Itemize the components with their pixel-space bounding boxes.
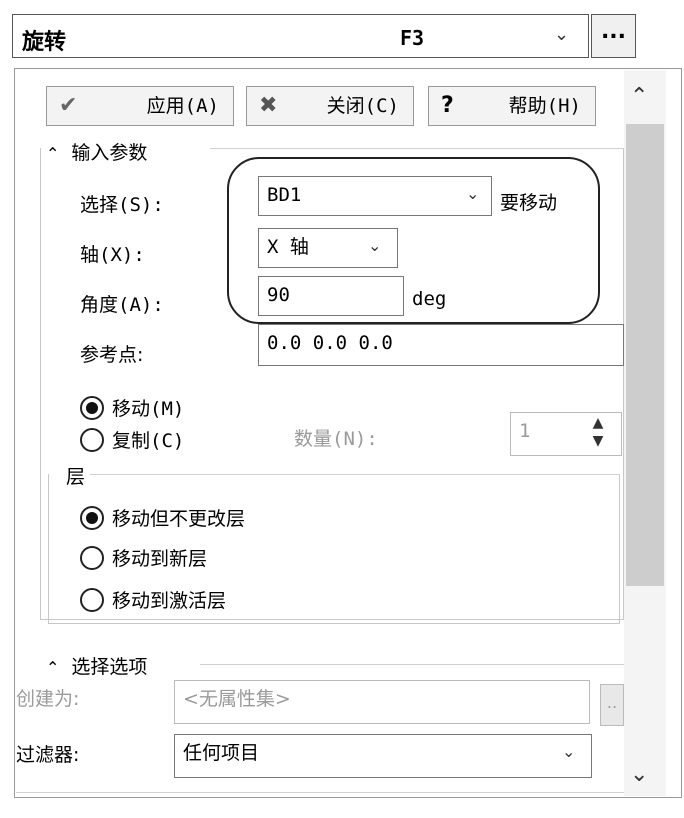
axis-label: 轴(X): bbox=[80, 244, 145, 266]
more-button[interactable]: ... bbox=[591, 14, 636, 58]
command-hotkey: F3 bbox=[400, 26, 425, 50]
collapse-icon: ⌃ bbox=[46, 658, 60, 677]
layer-option-new: 移动到新层 bbox=[112, 548, 208, 570]
checkmark-icon: ✔ bbox=[59, 93, 78, 118]
layer-option-active: 移动到激活层 bbox=[112, 590, 227, 612]
mode-copy-label: 复制(C) bbox=[112, 430, 185, 452]
create-as-label: 创建为: bbox=[16, 688, 80, 710]
filter-label: 过滤器: bbox=[16, 744, 80, 766]
close-icon: ✖ bbox=[259, 93, 278, 118]
section-divider bbox=[200, 664, 624, 665]
section-divider bbox=[16, 792, 624, 793]
filter-value: 任何项目 bbox=[183, 742, 260, 764]
filter-dropdown[interactable]: 任何项目 bbox=[174, 734, 592, 778]
select-options-header[interactable]: ⌃ 选择选项 bbox=[46, 652, 156, 679]
section-divider bbox=[210, 148, 624, 149]
help-button[interactable]: ? 帮助(H) bbox=[428, 86, 596, 126]
mode-move-label: 移动(M) bbox=[112, 398, 185, 420]
layer-option-keep: 移动但不更改层 bbox=[112, 508, 246, 530]
help-label: 帮助(H) bbox=[508, 95, 581, 117]
collapse-icon: ⌃ bbox=[46, 144, 60, 163]
section-divider bbox=[90, 474, 620, 475]
apply-label: 应用(A) bbox=[146, 95, 219, 117]
select-options-title: 选择选项 bbox=[71, 656, 148, 678]
chevron-down-icon[interactable]: ⌄ bbox=[562, 742, 575, 761]
radio-layer-active[interactable] bbox=[80, 588, 104, 612]
create-as-value: <无属性集> bbox=[183, 688, 291, 710]
annotation-oval bbox=[227, 157, 600, 324]
command-input[interactable] bbox=[12, 14, 589, 58]
ref-point-value: 0.0 0.0 0.0 bbox=[267, 332, 393, 354]
angle-label: 角度(A): bbox=[80, 294, 164, 316]
radio-layer-new[interactable] bbox=[80, 546, 104, 570]
close-button[interactable]: ✖ 关闭(C) bbox=[246, 86, 414, 126]
apply-button[interactable]: ✔ 应用(A) bbox=[46, 86, 234, 126]
help-icon: ? bbox=[441, 93, 454, 118]
count-spinner[interactable]: ▲ ▼ bbox=[578, 414, 618, 454]
ref-point-label: 参考点: bbox=[80, 344, 144, 366]
radio-move[interactable] bbox=[80, 396, 104, 420]
count-value: 1 bbox=[519, 420, 531, 442]
select-label: 选择(S): bbox=[80, 194, 164, 216]
radio-copy[interactable] bbox=[80, 428, 104, 452]
radio-layer-keep[interactable] bbox=[80, 506, 104, 530]
count-label: 数量(N): bbox=[294, 428, 378, 450]
scroll-down-icon[interactable]: ⌄ bbox=[630, 762, 648, 787]
command-name: 旋转 bbox=[22, 30, 67, 55]
chevron-down-icon[interactable]: ⌄ bbox=[554, 24, 569, 45]
layer-header: 层 bbox=[62, 462, 90, 489]
create-as-field[interactable]: <无属性集> bbox=[174, 680, 590, 724]
input-params-title: 输入参数 bbox=[71, 142, 148, 164]
input-params-header[interactable]: ⌃ 输入参数 bbox=[46, 138, 156, 165]
scroll-up-icon[interactable]: ⌃ bbox=[630, 84, 648, 109]
close-label: 关闭(C) bbox=[326, 95, 399, 117]
ref-point-input[interactable]: 0.0 0.0 0.0 bbox=[258, 324, 624, 366]
scrollbar-thumb[interactable] bbox=[626, 124, 664, 586]
create-as-button[interactable]: .. bbox=[600, 684, 624, 726]
